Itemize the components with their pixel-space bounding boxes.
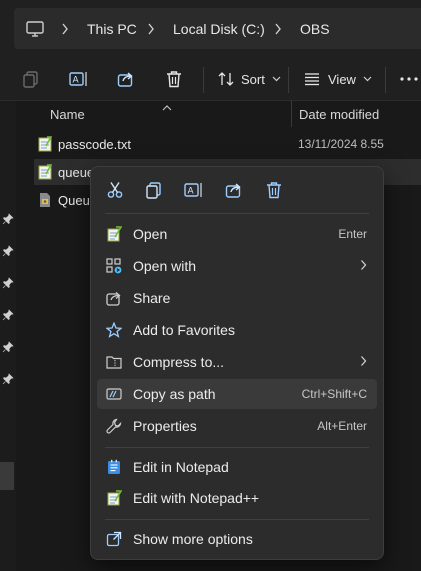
more-options-icon[interactable] <box>400 58 418 100</box>
sort-button[interactable]: Sort <box>218 58 281 100</box>
chevron-right-icon[interactable] <box>274 8 282 49</box>
chevron-down-icon <box>272 76 281 82</box>
file-name: queue <box>58 165 95 180</box>
notepad-file-icon <box>38 136 53 155</box>
menu-item-edit-with-notepadpp[interactable]: Edit with Notepad++ <box>97 483 377 513</box>
view-label: View <box>328 71 356 87</box>
column-header-row: Name Date modified <box>16 101 421 127</box>
notepad-blue-icon <box>106 459 122 475</box>
menu-item-label: Properties <box>133 418 197 434</box>
share-icon <box>106 290 122 306</box>
menu-separator <box>105 519 369 520</box>
notepad-file-icon <box>38 164 53 183</box>
toolbar-separator <box>203 67 204 93</box>
external-icon <box>106 531 122 547</box>
menu-item-edit-in-notepad[interactable]: Edit in Notepad <box>97 452 377 482</box>
file-row-passcode[interactable]: passcode.txt 13/11/2024 8.55 <box>34 131 421 157</box>
command-bar: A Sort View <box>0 58 421 101</box>
wrench-icon <box>106 418 122 434</box>
sort-icon <box>218 71 234 87</box>
copy-icon[interactable] <box>143 179 165 201</box>
menu-item-shortcut: Alt+Enter <box>317 419 367 433</box>
address-bar-area: This PC Local Disk (C:) OBS <box>0 0 421 58</box>
menu-item-add-to-favorites[interactable]: Add to Favorites <box>97 315 377 345</box>
menu-item-properties[interactable]: Properties Alt+Enter <box>97 411 377 441</box>
chevron-right-icon <box>360 355 367 370</box>
copy-path-icon <box>106 386 122 402</box>
menu-item-label: Edit with Notepad++ <box>133 490 260 506</box>
breadcrumb-item-this-pc[interactable]: This PC <box>87 8 137 49</box>
menu-item-shortcut: Ctrl+Shift+C <box>301 387 367 401</box>
pin-icon[interactable] <box>2 245 14 257</box>
share-icon[interactable] <box>117 58 135 100</box>
pin-icon[interactable] <box>2 341 14 353</box>
menu-item-open[interactable]: Open Enter <box>97 219 377 249</box>
share-icon[interactable] <box>223 179 245 201</box>
menu-item-share[interactable]: Share <box>97 283 377 313</box>
rename-icon[interactable]: A <box>69 58 89 100</box>
file-date-modified: 13/11/2024 8.55 <box>298 137 384 151</box>
menu-item-label: Open <box>133 226 168 242</box>
delete-icon[interactable] <box>166 58 182 100</box>
copy-icon[interactable] <box>22 58 40 100</box>
toolbar-separator <box>288 67 289 93</box>
context-menu-quick-actions: A <box>91 167 383 213</box>
sort-ascending-icon <box>162 99 172 114</box>
toolbar-separator <box>385 67 386 93</box>
menu-separator <box>105 213 369 214</box>
rename-icon[interactable]: A <box>183 179 205 201</box>
menu-item-label: Open with <box>133 258 197 274</box>
cut-icon[interactable] <box>104 179 126 201</box>
star-icon <box>105 321 123 338</box>
address-bar[interactable]: This PC Local Disk (C:) OBS <box>14 8 421 49</box>
column-divider[interactable] <box>291 101 292 127</box>
svg-text:A: A <box>188 187 195 197</box>
view-list-icon <box>304 72 320 86</box>
open-with-icon <box>106 258 122 274</box>
column-header-date-modified[interactable]: Date modified <box>299 107 379 122</box>
zip-folder-icon <box>106 354 122 370</box>
column-header-name[interactable]: Name <box>50 107 85 122</box>
monitor-icon[interactable] <box>26 8 44 49</box>
chevron-right-icon <box>360 259 367 274</box>
menu-item-copy-as-path[interactable]: Copy as path Ctrl+Shift+C <box>97 379 377 409</box>
notepadpp-icon <box>106 490 123 506</box>
notepad-icon <box>106 226 123 242</box>
chevron-right-icon[interactable] <box>147 8 155 49</box>
chevron-right-icon[interactable] <box>61 8 69 49</box>
menu-item-label: Copy as path <box>133 386 216 402</box>
menu-item-label: Show more options <box>133 531 253 547</box>
chevron-down-icon <box>363 76 372 82</box>
menu-item-label: Compress to... <box>133 354 225 370</box>
script-file-icon <box>38 192 52 211</box>
menu-item-label: Add to Favorites <box>133 322 235 338</box>
menu-item-label: Share <box>133 290 171 306</box>
navigation-selected-item[interactable] <box>0 462 14 490</box>
breadcrumb-item-obs[interactable]: OBS <box>300 8 330 49</box>
menu-item-label: Edit in Notepad <box>133 459 229 475</box>
view-button[interactable]: View <box>304 58 372 100</box>
pin-icon[interactable] <box>2 213 14 225</box>
svg-text:A: A <box>73 76 80 86</box>
context-menu: A Open Enter Open with Share Add to Favo… <box>90 166 384 560</box>
sort-label: Sort <box>241 71 265 87</box>
delete-icon[interactable] <box>263 179 285 201</box>
menu-item-open-with[interactable]: Open with <box>97 251 377 281</box>
menu-item-shortcut: Enter <box>338 227 367 241</box>
breadcrumb-item-local-disk[interactable]: Local Disk (C:) <box>173 8 265 49</box>
menu-item-show-more-options[interactable]: Show more options <box>97 524 377 554</box>
pin-icon[interactable] <box>2 277 14 289</box>
menu-item-compress-to[interactable]: Compress to... <box>97 347 377 377</box>
file-name: passcode.txt <box>58 137 131 152</box>
pin-icon[interactable] <box>2 373 14 385</box>
pin-icon[interactable] <box>2 309 14 321</box>
menu-separator <box>105 447 369 448</box>
navigation-pane <box>0 101 16 571</box>
